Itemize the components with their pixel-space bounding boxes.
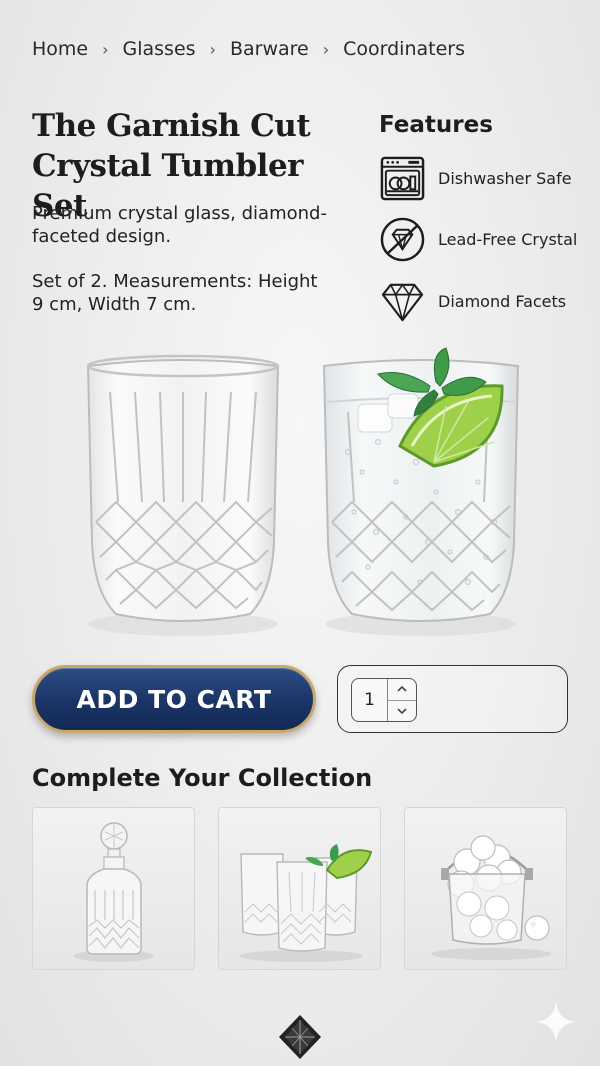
decanter-image xyxy=(74,822,154,962)
breadcrumb-glasses[interactable]: Glasses xyxy=(123,38,196,60)
product-specs: Set of 2. Measurements: Height 9 cm, Wid… xyxy=(32,271,318,315)
chevron-down-icon xyxy=(397,708,407,714)
diamond-icon xyxy=(381,283,424,322)
feature-label: Lead-Free Crystal xyxy=(438,229,578,249)
lead-free-icon xyxy=(380,217,425,262)
quantity-decrement-button[interactable] xyxy=(388,701,416,722)
feature-dishwasher-safe: Dishwasher Safe xyxy=(379,155,588,202)
quantity-increment-button[interactable] xyxy=(388,679,416,701)
collection-card-highball-glasses[interactable] xyxy=(218,807,381,970)
collection-card-ice-bucket[interactable] xyxy=(404,807,567,970)
highball-glasses-image xyxy=(239,844,373,962)
breadcrumb-barware[interactable]: Barware xyxy=(230,38,309,60)
features-title: Features xyxy=(379,112,493,138)
sparkle-icon xyxy=(536,1002,576,1042)
add-to-cart-button[interactable]: ADD TO CART xyxy=(32,665,316,733)
feature-label: Dishwasher Safe xyxy=(438,168,572,188)
feature-label: Diamond Facets xyxy=(438,291,567,311)
feature-lead-free: Lead-Free Crystal xyxy=(379,216,588,263)
quantity-container: 1 xyxy=(337,665,568,733)
breadcrumb-coordinaters[interactable]: Coordinaters xyxy=(343,38,465,60)
breadcrumb-separator: › xyxy=(102,39,109,59)
breadcrumb-separator: › xyxy=(209,39,216,59)
dishwasher-icon xyxy=(380,156,425,201)
product-description: Premium crystal glass, diamond-faceted d… xyxy=(32,203,327,247)
ice-bucket-image xyxy=(431,835,551,960)
quantity-stepper[interactable]: 1 xyxy=(351,678,417,722)
brand-logo-icon xyxy=(279,1015,321,1059)
collection-card-decanter[interactable] xyxy=(32,807,195,970)
collection-title: Complete Your Collection xyxy=(32,764,373,792)
breadcrumb: Home › Glasses › Barware › Coordinaters xyxy=(32,38,465,60)
quantity-value[interactable]: 1 xyxy=(352,679,388,721)
chevron-up-icon xyxy=(397,686,407,692)
filled-tumbler-image xyxy=(322,347,520,636)
breadcrumb-home[interactable]: Home xyxy=(32,38,88,60)
feature-diamond-facets: Diamond Facets xyxy=(379,278,588,325)
breadcrumb-separator: › xyxy=(322,39,330,59)
empty-tumbler-image xyxy=(86,354,280,636)
